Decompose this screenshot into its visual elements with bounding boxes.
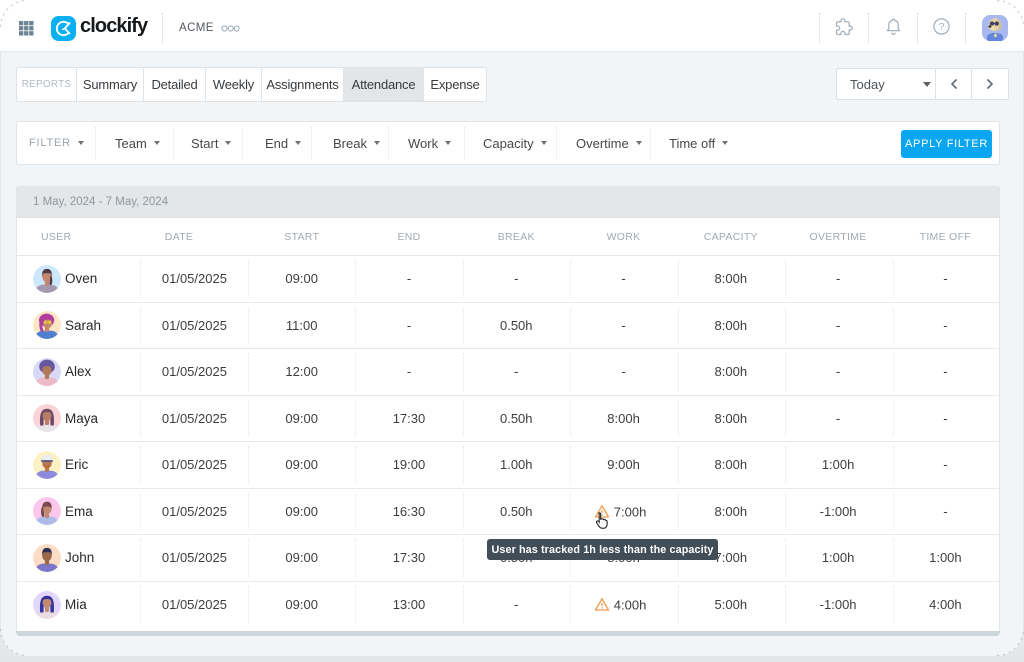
svg-text:?: ? bbox=[939, 21, 945, 33]
